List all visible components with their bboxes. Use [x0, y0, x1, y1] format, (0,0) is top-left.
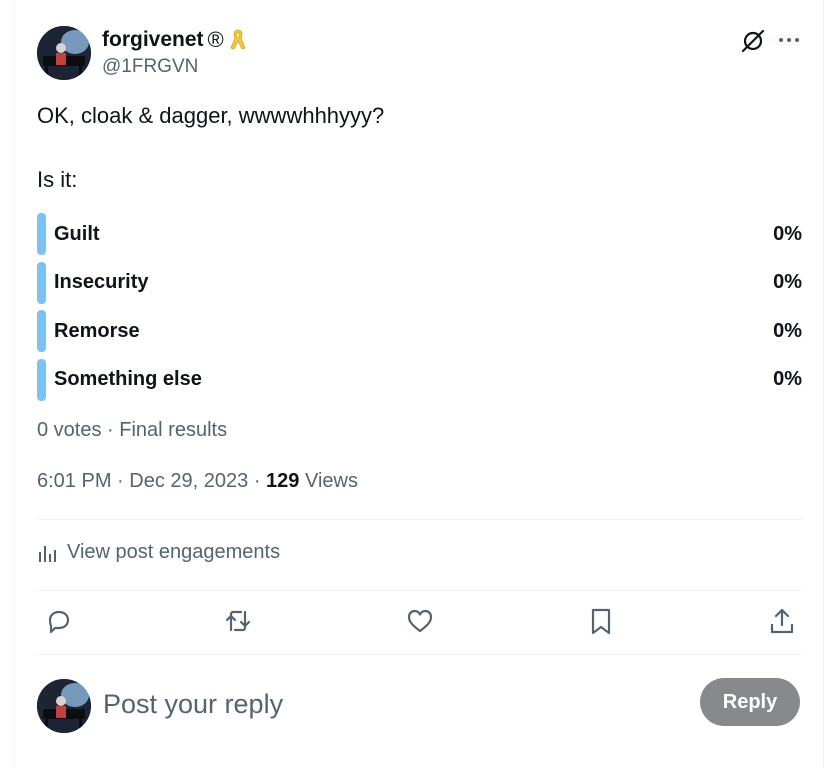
poll-option-percent: 0% [773, 319, 802, 342]
view-engagements-label: View post engagements [67, 541, 281, 563]
poll-option: Something else 0% [37, 358, 802, 401]
like-action[interactable] [405, 606, 435, 636]
meta-separator: · [253, 470, 267, 492]
views-label: Views [304, 470, 358, 492]
poll-option: Remorse 0% [37, 310, 802, 353]
post-text-line1: OK, cloak & dagger, wwwwhhhyyy? [37, 103, 385, 128]
poll-option-percent: 0% [773, 368, 802, 391]
view-engagements-link[interactable]: View post engagements [37, 541, 280, 564]
poll-option-label: Insecurity [54, 271, 149, 294]
analytics-icon [39, 545, 56, 562]
reply-button[interactable]: Reply [700, 678, 800, 726]
avatar-image [37, 679, 91, 733]
divider [37, 654, 802, 655]
views-count: 129 [266, 470, 300, 492]
meta-separator: · [117, 470, 130, 492]
post-text: OK, cloak & dagger, wwwwhhhyyy? Is it: [37, 101, 384, 195]
poll-bar [37, 261, 46, 304]
post-text-line2: Is it: [37, 167, 78, 192]
bookmark-icon [591, 608, 611, 635]
repost-icon [225, 610, 251, 632]
poll-bar [37, 213, 46, 255]
poll-option-label: Something else [54, 368, 202, 391]
poll-bar [37, 358, 46, 401]
author-display-name[interactable]: forgivenet [102, 28, 204, 52]
post-card: forgivenet ® @1FRGVN OK, cloak & dagger,… [14, 0, 824, 768]
reply-action[interactable] [44, 606, 74, 636]
post-meta: 6:01 PM · Dec 29, 2023 · 129 Views [37, 470, 358, 493]
reply-icon [48, 610, 70, 634]
reply-avatar [37, 679, 91, 733]
author-handle[interactable]: @1FRGVN [102, 56, 198, 78]
share-action[interactable] [767, 606, 797, 636]
poll: Guilt 0% Insecurity 0% Remorse 0% Someth… [37, 213, 802, 407]
post-time[interactable]: 6:01 PM [37, 470, 111, 492]
bookmark-action[interactable] [586, 606, 616, 636]
divider [37, 519, 802, 520]
repost-action[interactable] [223, 606, 253, 636]
like-icon [407, 609, 433, 633]
poll-option-percent: 0% [773, 271, 802, 294]
reply-input[interactable] [103, 684, 663, 724]
poll-bar [37, 310, 46, 353]
author-avatar[interactable] [37, 26, 91, 80]
poll-option-label: Remorse [54, 319, 140, 342]
poll-summary: 0 votes · Final results [37, 419, 228, 441]
more-options-icon[interactable] [777, 28, 801, 52]
grok-icon[interactable] [740, 28, 766, 54]
poll-option: Insecurity 0% [37, 261, 802, 304]
avatar-image [37, 26, 91, 80]
share-icon [770, 608, 794, 634]
post-date[interactable]: Dec 29, 2023 [129, 470, 248, 492]
divider [37, 590, 802, 591]
poll-option-label: Guilt [54, 222, 100, 245]
poll-option: Guilt 0% [37, 213, 802, 255]
poll-option-percent: 0% [773, 222, 802, 245]
yellow-ribbon-icon [228, 28, 248, 52]
author-name-row: forgivenet ® [102, 27, 248, 53]
registered-mark: ® [207, 27, 224, 52]
